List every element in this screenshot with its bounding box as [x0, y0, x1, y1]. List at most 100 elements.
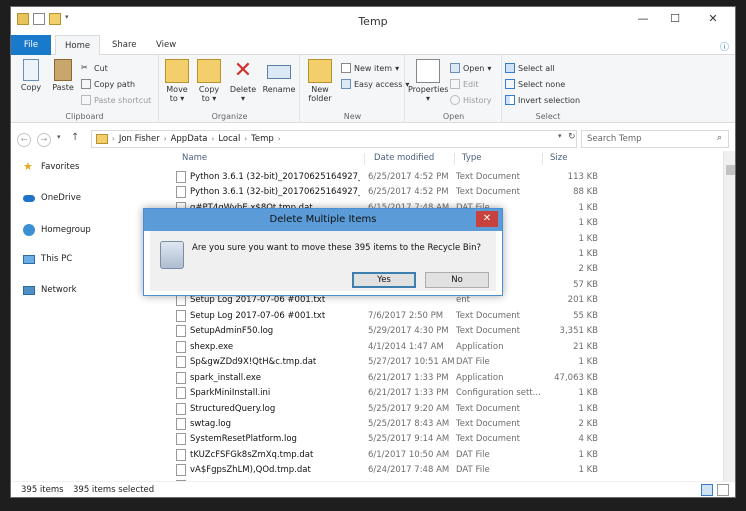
open-group: Properties ▾ Open ▾ Edit History Open — [406, 55, 502, 123]
new-item-button[interactable]: New item ▾ — [341, 63, 399, 73]
rename-button[interactable]: Rename — [262, 59, 296, 94]
new-group: New folder New item ▾ Easy access ▾ New — [301, 55, 409, 123]
address-box[interactable]: › Jon Fisher › AppData › Local › Temp › — [91, 130, 577, 148]
file-name: Python 3.6.1 (32-bit)_20170625164927_00.… — [190, 171, 360, 182]
select-all-button[interactable]: Select all — [505, 63, 555, 73]
table-row[interactable]: tKUZcFSFGk8sZmXq.tmp.dat 6/1/2017 10:50 A… — [168, 447, 598, 463]
breadcrumb-appdata[interactable]: AppData — [171, 134, 208, 144]
new-folder-button[interactable]: New folder — [305, 59, 335, 103]
easy-access-button[interactable]: Easy access ▾ — [341, 79, 409, 89]
column-size[interactable]: Size — [550, 151, 567, 165]
invert-selection-button[interactable]: Invert selection — [505, 95, 580, 105]
file-name: SystemResetPlatform.log — [190, 434, 297, 445]
tab-file[interactable]: File — [11, 35, 51, 55]
file-icon — [176, 433, 186, 446]
delete-dialog: Delete Multiple Items ✕ Are you sure you… — [143, 208, 503, 296]
scroll-thumb[interactable] — [726, 165, 735, 175]
file-name: StructuredQuery.log — [190, 403, 276, 414]
yes-button[interactable]: Yes — [352, 272, 416, 288]
table-row[interactable]: swtag.log 5/25/2017 8:43 AM Text Document 2… — [168, 416, 598, 432]
table-row[interactable]: vA$FgpsZhLM),QOd.tmp.dat 6/24/2017 7:48 A… — [168, 463, 598, 479]
up-button[interactable]: ↑ — [71, 132, 79, 143]
recent-locations-icon[interactable]: ▾ — [57, 133, 61, 141]
file-date: 7/6/2017 2:50 PM — [368, 310, 444, 321]
paste-shortcut-button[interactable]: Paste shortcut — [81, 95, 151, 105]
table-row[interactable]: SetupAdminF50.log 5/29/2017 4:30 PM Text D… — [168, 324, 598, 340]
table-row[interactable]: shexp.exe 4/1/2014 1:47 AM Application 21 K… — [168, 339, 598, 355]
dialog-close-button[interactable]: ✕ — [476, 211, 498, 227]
file-type: Text Document — [456, 434, 520, 445]
select-none-button[interactable]: Select none — [505, 79, 565, 89]
nav-item-homegroup[interactable]: Homegroup — [23, 224, 91, 236]
column-type[interactable]: Type — [462, 151, 482, 165]
search-input[interactable]: Search Temp — [581, 130, 729, 148]
table-row[interactable]: StructuredQuery.log 5/25/2017 9:20 AM Text… — [168, 401, 598, 417]
file-date: 4/1/2014 1:47 AM — [368, 341, 444, 352]
tab-share[interactable]: Share — [103, 35, 146, 55]
scissors-icon: ✂ — [81, 63, 88, 72]
tab-home[interactable]: Home — [55, 35, 101, 56]
properties-button[interactable]: Properties ▾ — [408, 59, 448, 103]
nav-item-onedrive[interactable]: OneDrive — [23, 193, 81, 203]
table-row[interactable]: SystemResetPlatform.log 5/25/2017 9:14 AM… — [168, 432, 598, 448]
delete-button[interactable]: ✕ Delete ▾ — [228, 59, 258, 104]
file-size: 1 KB — [578, 465, 598, 476]
table-row[interactable]: Python 3.6.1 (32-bit)_20170625164927_00.… — [168, 169, 598, 185]
file-name: SetupAdminF50.log — [190, 326, 274, 337]
edit-button[interactable]: Edit — [450, 79, 479, 89]
vertical-scrollbar[interactable] — [723, 151, 735, 483]
open-button[interactable]: Open ▾ — [450, 63, 491, 73]
copy-path-button[interactable]: Copy path — [81, 79, 135, 89]
select-label: Select — [535, 112, 561, 121]
breadcrumb-local[interactable]: Local — [218, 134, 240, 144]
maximize-button[interactable]: ☐ — [659, 7, 691, 29]
copy-folder-icon — [197, 59, 221, 83]
copy-to-button[interactable]: Copy to ▾ — [194, 59, 224, 103]
column-name[interactable]: Name — [182, 151, 207, 165]
breadcrumb-temp[interactable]: Temp — [251, 134, 274, 144]
cut-button[interactable]: ✂ Cut — [81, 63, 108, 73]
table-row[interactable]: Sp&gwZDd9X!QtH&c.tmp.dat 5/27/2017 10:51 … — [168, 354, 598, 370]
copy-button[interactable]: Copy — [17, 59, 45, 92]
file-type: Text Document — [456, 171, 520, 182]
tab-view[interactable]: View — [147, 35, 185, 55]
table-row[interactable]: SparkMiniInstall.ini 6/21/2017 1:33 PM Con… — [168, 385, 598, 401]
recycle-bin-icon — [160, 241, 184, 269]
file-name: tKUZcFSFGk8sZmXq.tmp.dat — [190, 449, 314, 460]
address-dropdown-icon[interactable]: ▾ — [558, 132, 562, 140]
move-to-button[interactable]: Move to ▾ — [162, 59, 192, 103]
title-bar: ▾ Temp — ☐ ✕ — [11, 7, 735, 35]
nav-item-network[interactable]: Network — [23, 285, 77, 295]
forward-button[interactable]: → — [37, 133, 51, 147]
file-size: 2 KB — [578, 418, 598, 429]
file-type: Text Document — [456, 310, 520, 321]
status-bar: 395 items 395 items selected — [11, 481, 735, 497]
details-view-icon[interactable] — [701, 484, 713, 496]
breadcrumb-user[interactable]: Jon Fisher — [119, 134, 160, 144]
history-button[interactable]: History — [450, 95, 491, 105]
network-icon — [23, 285, 35, 295]
file-type: Text Document — [456, 418, 520, 429]
back-button[interactable]: ← — [17, 133, 31, 147]
close-button[interactable]: ✕ — [691, 7, 735, 29]
large-icons-view-icon[interactable] — [717, 484, 729, 496]
file-name: Sp&gwZDd9X!QtH&c.tmp.dat — [190, 357, 317, 368]
table-row[interactable]: spark_install.exe 6/21/2017 1:33 PM Applic… — [168, 370, 598, 386]
column-date[interactable]: Date modified — [374, 151, 434, 165]
file-name: spark_install.exe — [190, 372, 261, 383]
file-icon — [176, 294, 186, 307]
paste-button[interactable]: Paste — [49, 59, 77, 92]
minimize-button[interactable]: — — [627, 7, 659, 29]
table-row[interactable]: Setup Log 2017-07-06 #001.txt 7/6/2017 2:… — [168, 308, 598, 324]
dialog-body: Are you sure you want to move these 395 … — [150, 231, 496, 291]
file-icon — [176, 402, 186, 415]
table-row[interactable]: Python 3.6.1 (32-bit)_20170625164927_01.… — [168, 184, 598, 200]
refresh-icon[interactable]: ↻ — [568, 132, 576, 142]
help-icon[interactable]: ⓘ — [720, 40, 729, 53]
no-button[interactable]: No — [425, 272, 489, 288]
nav-item-favorites[interactable]: ★ Favorites — [23, 161, 79, 173]
new-label: New — [343, 112, 362, 121]
nav-item-this-pc[interactable]: This PC — [23, 254, 72, 264]
file-date: 5/25/2017 9:20 AM — [368, 403, 450, 414]
clipboard-label: Clipboard — [65, 112, 104, 121]
